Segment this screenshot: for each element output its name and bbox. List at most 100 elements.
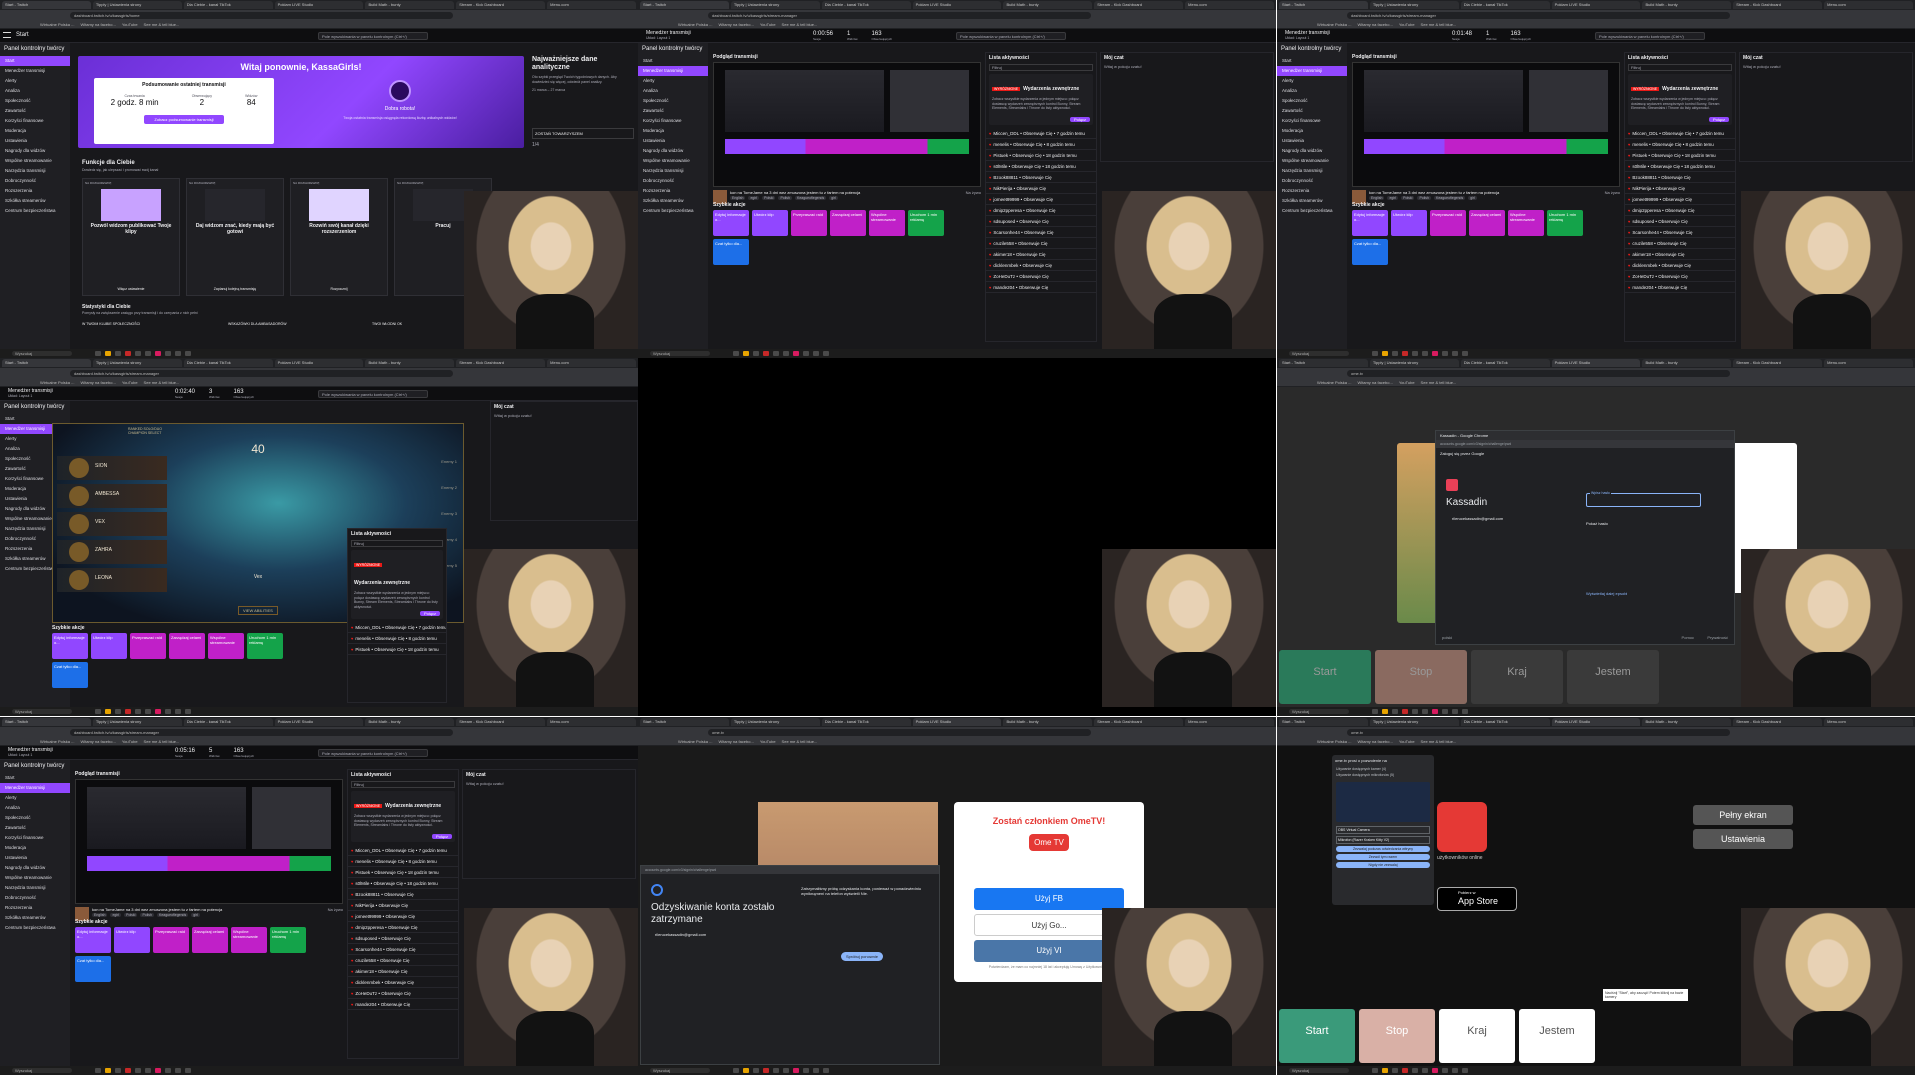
quick-action-button[interactable]: Utwórz klip xyxy=(114,927,150,953)
activity-item[interactable]: sdsuposed • Obserwuje Cię xyxy=(348,933,458,944)
taskbar-app-icon[interactable] xyxy=(803,1068,809,1073)
activity-filter-input[interactable]: Filtruj xyxy=(989,64,1093,71)
summary-button[interactable]: Zobacz podsumowanie transmisji xyxy=(144,115,224,124)
browser-tab[interactable]: Poklam LIVE Studio xyxy=(274,718,364,726)
address-bar[interactable]: ome.tv xyxy=(708,729,1091,736)
browser-tab[interactable]: Dla Ciebie - kanał TikTok xyxy=(183,718,273,726)
sidebar-item[interactable]: Start xyxy=(1277,56,1347,66)
sidebar-item[interactable]: Start xyxy=(638,56,708,66)
taskbar-app-icon[interactable] xyxy=(733,351,739,356)
stream-tag[interactable]: Polish xyxy=(140,913,154,917)
activity-item[interactable]: akimer18 • Obserwuje Cię xyxy=(348,966,458,977)
taskbar-app-icon[interactable] xyxy=(743,1068,749,1073)
sidebar-item[interactable]: Wspólne streamowanie xyxy=(0,156,70,166)
dashboard-search-input[interactable]: Pole wyszukiwania w panelu kontrolnym (C… xyxy=(318,749,428,757)
sidebar-item[interactable]: Menedżer transmisji xyxy=(1277,66,1347,76)
browser-tab[interactable]: Menu.com xyxy=(1185,718,1275,726)
taskbar-app-icon[interactable] xyxy=(145,1068,151,1073)
taskbar-app-icon[interactable] xyxy=(1452,351,1458,356)
quick-action-button[interactable]: Czat tylko dla... xyxy=(75,956,111,982)
taskbar-app-icon[interactable] xyxy=(165,1068,171,1073)
browser-tab[interactable]: Tipply | Ustawienia strony xyxy=(92,1,182,9)
quick-action-button[interactable]: Czat tylko dla... xyxy=(1352,239,1388,265)
browser-tab[interactable]: Poklam LIVE Studio xyxy=(912,1,1002,9)
quick-action-button[interactable]: Zarządzaj celami xyxy=(169,633,205,659)
activity-item[interactable]: NikPierija • Obserwuje Cię xyxy=(1625,183,1735,194)
browser-tab[interactable]: Stream - Kick Dashboard xyxy=(456,718,546,726)
dashboard-search-input[interactable]: Pole wyszukiwania w panelu kontrolnym (C… xyxy=(1595,32,1705,40)
activity-item[interactable]: jomeet99999 • Obserwuje Cię xyxy=(348,911,458,922)
sidebar-item[interactable]: Szkółka streamerów xyxy=(0,196,70,206)
activity-item[interactable]: dicklenmbek • Obserwuje Cię xyxy=(986,260,1096,271)
browser-tab[interactable]: Poklam LIVE Studio xyxy=(274,359,364,367)
sidebar-item[interactable]: Narzędzia transmisji xyxy=(1277,166,1347,176)
browser-tab[interactable]: Dla Ciebie - kanał TikTok xyxy=(1460,718,1550,726)
bookmark-link[interactable]: Witamy na facebo... xyxy=(1357,21,1392,28)
taskbar-app-icon[interactable] xyxy=(1462,1068,1468,1073)
taskbar-app-icon[interactable] xyxy=(155,351,161,356)
bookmark-link[interactable]: Wirtualne Polska ... xyxy=(678,21,712,28)
ally-player-slot[interactable]: VEX xyxy=(57,512,167,536)
taskbar-app-icon[interactable] xyxy=(1412,1068,1418,1073)
taskbar-app-icon[interactable] xyxy=(155,709,161,714)
quick-action-button[interactable]: Uruchom 1 min reklamę xyxy=(908,210,944,236)
menu-icon[interactable] xyxy=(3,32,11,38)
browser-tab[interactable]: Poklam LIVE Studio xyxy=(1551,359,1641,367)
browser-tab[interactable]: Stream - Kick Dashboard xyxy=(1094,1,1184,9)
quick-action-button[interactable]: Przepraszać raid xyxy=(791,210,827,236)
ally-player-slot[interactable]: AMBESSA xyxy=(57,484,167,508)
taskbar-app-icon[interactable] xyxy=(105,709,111,714)
sidebar-item[interactable]: Społeczność xyxy=(638,96,708,106)
activity-item[interactable]: jomeet99999 • Obserwuje Cię xyxy=(986,194,1096,205)
sidebar-item[interactable]: Szkółka streamerów xyxy=(0,913,70,923)
quick-action-button[interactable]: Wspólne streamowanie xyxy=(1508,210,1544,236)
activity-item[interactable]: Miccen_DDL • Obserwuje Cię • 7 godzin te… xyxy=(348,845,458,856)
taskbar-search[interactable]: Wyszukaj xyxy=(650,351,710,356)
ally-player-slot[interactable]: SION xyxy=(57,456,167,480)
taskbar-app-icon[interactable] xyxy=(185,1068,191,1073)
taskbar-app-icon[interactable] xyxy=(125,709,131,714)
sidebar-item[interactable]: Centrum bezpieczeństwa xyxy=(1277,206,1347,216)
taskbar-app-icon[interactable] xyxy=(135,351,141,356)
bookmark-link[interactable]: Witamy na facebo... xyxy=(80,21,115,28)
browser-tab[interactable]: Build Math - bunty xyxy=(1642,718,1732,726)
sidebar-item[interactable]: Menedżer transmisji xyxy=(0,783,70,793)
taskbar-app-icon[interactable] xyxy=(1402,709,1408,714)
taskbar-app-icon[interactable] xyxy=(135,709,141,714)
browser-tab[interactable]: Start - Twitch xyxy=(640,1,729,9)
taskbar-app-icon[interactable] xyxy=(753,1068,759,1073)
activity-item[interactable]: dmip2pperesa • Obserwuje Cię xyxy=(1625,205,1735,216)
browser-tab[interactable]: Stream - Kick Dashboard xyxy=(456,359,546,367)
camera-select[interactable]: OBS Virtual Camera xyxy=(1336,826,1430,834)
connect-button[interactable]: Połącz xyxy=(420,611,440,616)
browser-tab[interactable]: Start - Twitch xyxy=(2,359,91,367)
browser-tab[interactable]: Poklam LIVE Studio xyxy=(1551,718,1641,726)
taskbar-app-icon[interactable] xyxy=(95,709,101,714)
taskbar-app-icon[interactable] xyxy=(743,351,749,356)
taskbar-app-icon[interactable] xyxy=(175,351,181,356)
sidebar-item[interactable]: Nagrody dla widzów xyxy=(638,146,708,156)
sidebar-item[interactable]: Moderacja xyxy=(0,126,70,136)
sidebar-item[interactable]: Zawartość xyxy=(0,823,70,833)
bookmark-link[interactable]: Wirtualne Polska ... xyxy=(40,21,74,28)
browser-tab[interactable]: Poklam LIVE Studio xyxy=(1551,1,1641,9)
activity-item[interactable]: jomeet99999 • Obserwuje Cię xyxy=(1625,194,1735,205)
sidebar-item[interactable]: Zawartość xyxy=(0,106,70,116)
address-bar[interactable]: dashboard.twitch.tv/u/kassgirls/stream-m… xyxy=(70,370,453,377)
sidebar-item[interactable]: Wspólne streamowanie xyxy=(0,873,70,883)
bookmark-link[interactable]: See me & tell blue... xyxy=(144,738,180,745)
taskbar-app-icon[interactable] xyxy=(1462,351,1468,356)
bookmark-link[interactable]: See me & tell blue... xyxy=(782,738,818,745)
browser-tab[interactable]: Menu.com xyxy=(547,1,637,9)
taskbar-app-icon[interactable] xyxy=(823,351,829,356)
activity-item[interactable]: menelis • Obserwuje Cię • 8 godzin temu xyxy=(986,139,1096,150)
sidebar-item[interactable]: Rozszerzenia xyxy=(1277,186,1347,196)
connect-button[interactable]: Połącz xyxy=(1709,117,1729,122)
activity-item[interactable]: Miccen_DDL • Obserwuje Cię • 7 godzin te… xyxy=(1625,128,1735,139)
quick-action-button[interactable]: Przepraszać raid xyxy=(130,633,166,659)
taskbar-app-icon[interactable] xyxy=(1432,1068,1438,1073)
sidebar-item[interactable]: Zawartość xyxy=(638,106,708,116)
sidebar-item[interactable]: Społeczność xyxy=(0,96,70,106)
activity-item[interactable]: dmip2pperesa • Obserwuje Cię xyxy=(986,205,1096,216)
help-link[interactable]: Pomoc xyxy=(1682,635,1694,640)
